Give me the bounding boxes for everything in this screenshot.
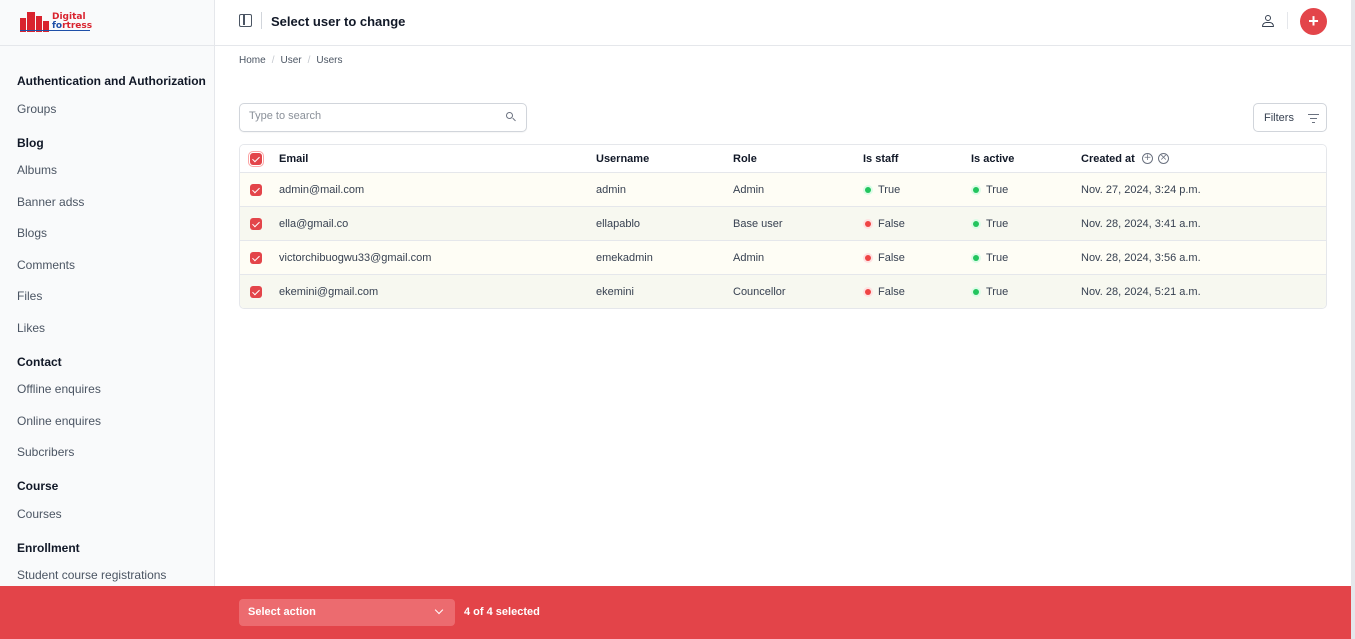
status-true-icon xyxy=(973,221,979,227)
nav-group-course: Course xyxy=(17,479,59,493)
sidebar-item-offline-enquires[interactable]: Offline enquires xyxy=(17,382,101,396)
chevron-down-icon xyxy=(434,605,444,615)
cell-email[interactable]: ella@gmail.co xyxy=(279,218,348,230)
cell-username: ekemini xyxy=(596,286,634,298)
status-false-icon xyxy=(865,255,871,261)
nav-group-contact: Contact xyxy=(17,355,62,369)
cell-role: Base user xyxy=(733,218,783,230)
cell-role: Admin xyxy=(733,184,765,196)
table-row[interactable]: victorchibuogwu33@gmail.com emekadmin Ad… xyxy=(240,241,1326,275)
search-icon[interactable] xyxy=(506,112,516,122)
logo-underline xyxy=(20,30,90,31)
filter-icon xyxy=(1308,114,1319,124)
select-all-checkbox[interactable] xyxy=(248,151,264,167)
breadcrumb-separator: / xyxy=(307,55,311,66)
cell-role: Councellor xyxy=(733,286,786,298)
plus-icon: + xyxy=(1308,11,1319,31)
sidebar-item-groups[interactable]: Groups xyxy=(17,102,56,116)
nav-group-blog: Blog xyxy=(17,136,44,150)
divider xyxy=(1287,12,1288,29)
logo-text: Digital fortress xyxy=(52,12,93,31)
status-false-icon xyxy=(865,289,871,295)
search-box xyxy=(239,103,527,132)
sidebar-item-files[interactable]: Files xyxy=(17,289,42,303)
window-edge xyxy=(1351,0,1355,639)
cell-is-active: True xyxy=(986,218,1009,230)
column-header-created-at[interactable]: Created at xyxy=(1081,153,1135,165)
castle-icon xyxy=(18,12,50,32)
sidebar: Digital fortress Authentication and Auth… xyxy=(0,0,215,586)
divider xyxy=(0,45,215,46)
nav-group-enrollment: Enrollment xyxy=(17,541,80,555)
cell-is-staff: False xyxy=(878,286,905,298)
filters-button[interactable]: Filters xyxy=(1253,103,1327,132)
table-row[interactable]: ella@gmail.co ellapablo Base user False … xyxy=(240,207,1326,241)
cell-is-staff: False xyxy=(878,252,905,264)
search-input[interactable] xyxy=(249,110,489,122)
status-false-icon xyxy=(865,221,871,227)
cell-is-staff: True xyxy=(878,184,901,196)
cell-created-at: Nov. 28, 2024, 3:41 a.m. xyxy=(1081,218,1201,230)
cell-created-at: Nov. 28, 2024, 3:56 a.m. xyxy=(1081,252,1201,264)
row-checkbox[interactable] xyxy=(250,218,262,230)
column-header-username[interactable]: Username xyxy=(596,153,649,165)
user-icon[interactable] xyxy=(1261,14,1275,28)
cell-created-at: Nov. 27, 2024, 3:24 p.m. xyxy=(1081,184,1201,196)
cell-is-active: True xyxy=(986,252,1009,264)
action-select-label: Select action xyxy=(248,606,316,618)
cell-username: emekadmin xyxy=(596,252,653,264)
filters-label: Filters xyxy=(1264,112,1294,124)
divider xyxy=(261,12,262,29)
status-true-icon xyxy=(973,289,979,295)
breadcrumb: Home / User / Users xyxy=(239,55,343,66)
cell-email[interactable]: admin@mail.com xyxy=(279,184,364,196)
cell-is-active: True xyxy=(986,184,1009,196)
users-table: Email Username Role Is staff Is active C… xyxy=(239,144,1327,309)
sidebar-toggle-icon[interactable] xyxy=(239,14,252,27)
column-header-role[interactable]: Role xyxy=(733,153,757,165)
nav-group-auth: Authentication and Authorization xyxy=(17,74,206,88)
table-row[interactable]: ekemini@gmail.com ekemini Councellor Fal… xyxy=(240,275,1326,308)
cell-username: ellapablo xyxy=(596,218,641,230)
row-checkbox[interactable] xyxy=(250,252,262,264)
sidebar-item-albums[interactable]: Albums xyxy=(17,163,57,177)
top-bar: Select user to change + xyxy=(215,0,1355,46)
selection-count: 4 of 4 selected xyxy=(464,606,540,618)
bulk-action-bar: Select action 4 of 4 selected xyxy=(0,586,1351,639)
cell-email[interactable]: victorchibuogwu33@gmail.com xyxy=(279,252,431,264)
sidebar-item-subcribers[interactable]: Subcribers xyxy=(17,445,74,459)
sidebar-item-online-enquires[interactable]: Online enquires xyxy=(17,414,101,428)
column-header-is-active[interactable]: Is active xyxy=(971,153,1014,165)
cell-role: Admin xyxy=(733,252,765,264)
x-circle-icon[interactable]: × xyxy=(1158,153,1169,164)
sidebar-item-courses[interactable]: Courses xyxy=(17,507,62,521)
page-title: Select user to change xyxy=(271,14,406,29)
cell-username: admin xyxy=(596,184,626,196)
breadcrumb-separator: / xyxy=(271,55,275,66)
sidebar-item-student-course-registrations[interactable]: Student course registrations xyxy=(17,568,166,582)
plus-circle-icon[interactable]: + xyxy=(1142,153,1153,164)
cell-is-staff: False xyxy=(878,218,905,230)
add-user-button[interactable]: + xyxy=(1300,8,1327,35)
status-true-icon xyxy=(865,187,871,193)
status-true-icon xyxy=(973,255,979,261)
sidebar-item-comments[interactable]: Comments xyxy=(17,258,75,272)
breadcrumb-home[interactable]: Home xyxy=(239,55,266,66)
action-select[interactable]: Select action xyxy=(239,599,455,626)
row-checkbox[interactable] xyxy=(250,184,262,196)
breadcrumb-user[interactable]: User xyxy=(280,55,301,66)
sidebar-item-banner-adss[interactable]: Banner adss xyxy=(17,195,84,209)
cell-is-active: True xyxy=(986,286,1009,298)
column-header-is-staff[interactable]: Is staff xyxy=(863,153,898,165)
breadcrumb-users: Users xyxy=(316,55,343,66)
table-row[interactable]: admin@mail.com admin Admin True True Nov… xyxy=(240,173,1326,207)
sidebar-item-blogs[interactable]: Blogs xyxy=(17,226,47,240)
cell-created-at: Nov. 28, 2024, 5:21 a.m. xyxy=(1081,286,1201,298)
table-header: Email Username Role Is staff Is active C… xyxy=(240,145,1326,173)
row-checkbox[interactable] xyxy=(250,286,262,298)
status-true-icon xyxy=(973,187,979,193)
cell-email[interactable]: ekemini@gmail.com xyxy=(279,286,378,298)
column-header-email[interactable]: Email xyxy=(279,153,308,165)
sidebar-item-likes[interactable]: Likes xyxy=(17,321,45,335)
